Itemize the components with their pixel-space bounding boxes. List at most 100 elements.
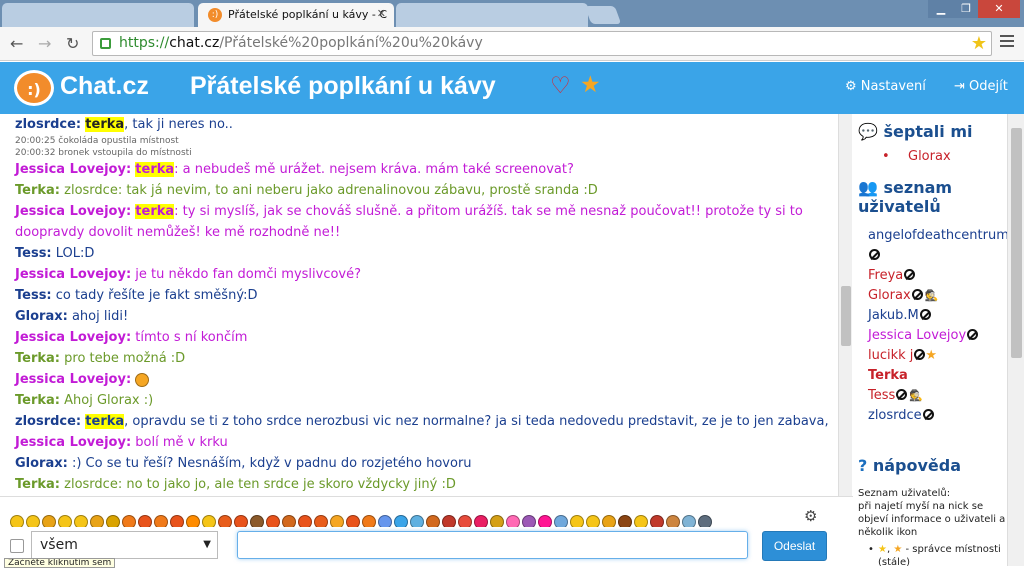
window-close-button[interactable]: ✕ (978, 0, 1020, 18)
reload-icon[interactable]: ↻ (66, 34, 79, 53)
emoticon-icon[interactable] (458, 514, 472, 527)
emoticon-icon[interactable] (10, 514, 24, 527)
message-nick[interactable]: zlosrdce: (15, 414, 81, 429)
browser-tab-1[interactable] (2, 3, 194, 27)
message-nick[interactable]: Terka: (15, 351, 60, 366)
emoticon-icon[interactable] (218, 514, 232, 527)
message-nick[interactable]: Jessica Lovejoy: (15, 435, 131, 450)
emoticon-icon[interactable] (426, 514, 440, 527)
bookmark-star-icon[interactable]: ★ (971, 32, 987, 55)
emoticon-icon[interactable] (666, 514, 680, 527)
user-item[interactable]: Jakub.M (868, 306, 1007, 326)
user-item[interactable]: angelofdeathcentrum. (868, 226, 1007, 266)
emoticon-icon[interactable] (378, 514, 392, 527)
emoticon-icon[interactable] (26, 514, 40, 527)
emoticon-icon[interactable] (154, 514, 168, 527)
emoticon-icon[interactable] (170, 514, 184, 527)
emoticon-icon[interactable] (506, 514, 520, 527)
emoticon-icon[interactable] (314, 514, 328, 527)
recipient-select[interactable]: všem ▼ (31, 531, 218, 559)
emoticon-settings-gear-icon[interactable]: ⚙ (804, 507, 817, 525)
emoticon-icon[interactable] (490, 514, 504, 527)
emoticon-icon[interactable] (234, 514, 248, 527)
message-nick[interactable]: Jessica Lovejoy: (15, 372, 131, 387)
emoticon-icon[interactable] (586, 514, 600, 527)
ban-icon[interactable] (896, 389, 908, 400)
chat-scrollbar[interactable] (838, 114, 852, 496)
new-tab-button[interactable] (584, 6, 622, 24)
message-nick[interactable]: Jessica Lovejoy: (15, 204, 131, 219)
send-button[interactable]: Odeslat (762, 531, 827, 561)
emoticon-icon[interactable] (474, 514, 488, 527)
message-nick[interactable]: Terka: (15, 393, 60, 408)
ban-icon[interactable] (919, 309, 931, 320)
sidebar-scrollbar[interactable] (1007, 114, 1024, 566)
message-nick[interactable]: Terka: (15, 477, 60, 492)
message-nick[interactable]: Jessica Lovejoy: (15, 162, 131, 177)
emoticon-icon[interactable] (122, 514, 136, 527)
emoticon-icon[interactable] (698, 514, 712, 527)
emoticon-icon[interactable] (650, 514, 664, 527)
emoticon-icon[interactable] (186, 514, 200, 527)
user-item[interactable]: zlosrdce (868, 406, 1007, 426)
emoticon-icon[interactable] (282, 514, 296, 527)
message-nick[interactable]: Jessica Lovejoy: (15, 267, 131, 282)
message-nick[interactable]: Jessica Lovejoy: (15, 330, 131, 345)
emoticon-icon[interactable] (634, 514, 648, 527)
user-item[interactable]: Glorax 🕵 (868, 286, 1007, 306)
emoticon-icon[interactable] (682, 514, 696, 527)
ban-icon[interactable] (911, 289, 923, 300)
message-nick[interactable]: Glorax: (15, 309, 68, 324)
emoticon-icon[interactable] (58, 514, 72, 527)
user-item[interactable]: lucikk j ★ (868, 346, 1007, 366)
emoticon-icon[interactable] (106, 514, 120, 527)
message-nick[interactable]: Tess: (15, 288, 52, 303)
back-arrow-icon[interactable]: ← (10, 34, 23, 53)
browser-tab-active[interactable]: :) Přátelské poplkání u kávy - C ✕ (198, 3, 394, 27)
whisper-item[interactable]: Glorax (858, 149, 1007, 164)
address-bar[interactable]: https://chat.cz/Přátelské%20poplkání%20u… (92, 31, 992, 56)
emoticon-icon[interactable] (202, 514, 216, 527)
emoticon-icon[interactable] (90, 514, 104, 527)
chat-scrollbar-thumb[interactable] (841, 286, 851, 346)
user-item[interactable]: Freya (868, 266, 1007, 286)
settings-link[interactable]: ⚙ Nastavení (845, 79, 926, 94)
chat-logo-icon[interactable]: :) (14, 70, 54, 106)
message-nick[interactable]: Tess: (15, 246, 52, 261)
logout-link[interactable]: ⇥ Odejít (954, 79, 1008, 94)
user-item[interactable]: Terka (868, 366, 1007, 386)
emoticon-icon[interactable] (410, 514, 424, 527)
emoticon-icon[interactable] (362, 514, 376, 527)
tab-close-icon[interactable]: ✕ (377, 7, 386, 20)
ban-icon[interactable] (914, 349, 926, 360)
ban-icon[interactable] (967, 329, 979, 340)
emoticon-icon[interactable] (394, 514, 408, 527)
emoticon-icon[interactable] (602, 514, 616, 527)
emoticon-icon[interactable] (42, 514, 56, 527)
window-minimize-button[interactable]: ▁ (928, 0, 954, 18)
emoticon-icon[interactable] (138, 514, 152, 527)
user-item[interactable]: Tess 🕵 (868, 386, 1007, 406)
ban-icon[interactable] (869, 249, 880, 260)
message-nick[interactable]: Glorax: (15, 456, 68, 471)
message-nick[interactable]: zlosrdce: (15, 117, 81, 132)
emoticon-icon[interactable] (442, 514, 456, 527)
emoticon-icon[interactable] (570, 514, 584, 527)
emoticon-icon[interactable] (522, 514, 536, 527)
favorite-heart-icon[interactable]: ♡ (550, 73, 571, 99)
emoticon-icon[interactable] (266, 514, 280, 527)
logo-text[interactable]: Chat.cz (60, 72, 149, 101)
private-message-checkbox[interactable] (10, 539, 24, 553)
emoticon-icon[interactable] (298, 514, 312, 527)
ban-icon[interactable] (922, 409, 934, 420)
emoticon-icon[interactable] (250, 514, 264, 527)
message-nick[interactable]: Terka: (15, 183, 60, 198)
user-item[interactable]: Jessica Lovejoy (868, 326, 1007, 346)
browser-menu-icon[interactable] (1000, 35, 1014, 50)
ban-icon[interactable] (904, 269, 916, 280)
sidebar-scrollbar-thumb[interactable] (1011, 128, 1022, 358)
window-maximize-button[interactable]: ❐ (954, 0, 978, 18)
message-input[interactable] (237, 531, 748, 559)
emoticon-icon[interactable] (618, 514, 632, 527)
emoticon-icon[interactable] (346, 514, 360, 527)
